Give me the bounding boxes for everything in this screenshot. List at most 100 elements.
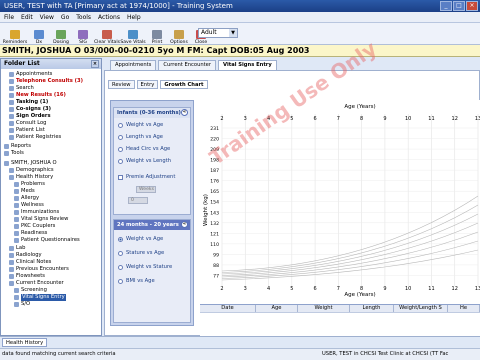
- folder-item-label: Readiness: [21, 230, 48, 236]
- folder-item[interactable]: Lab: [9, 245, 25, 252]
- folder-item[interactable]: Screening: [14, 287, 47, 294]
- folder-item[interactable]: Flowsheets: [9, 273, 45, 280]
- menu-file[interactable]: File: [4, 12, 14, 22]
- minimize-icon[interactable]: _: [440, 1, 452, 11]
- x-tick-label: 12: [452, 116, 458, 122]
- radio-icon[interactable]: [118, 135, 123, 140]
- x-tick-label: 9: [383, 116, 386, 122]
- folder-item[interactable]: Readiness: [14, 230, 47, 237]
- folder-item[interactable]: Demographics: [9, 167, 54, 174]
- folder-item[interactable]: Radiology: [9, 252, 42, 259]
- radio-icon[interactable]: [118, 251, 123, 256]
- older-option-bmi-age[interactable]: BMI vs Age: [118, 278, 155, 285]
- menu-view[interactable]: View: [40, 12, 54, 22]
- tab-appointments[interactable]: Appointments: [110, 60, 157, 70]
- subtab-entry[interactable]: Entry: [136, 80, 159, 89]
- folder-list-panel: Folder List × Appointments Telephone Cons…: [0, 58, 102, 336]
- reminders-button[interactable]: Reminders: [2, 23, 28, 45]
- folder-item[interactable]: PKC Couplers: [14, 223, 55, 230]
- menu-go[interactable]: Go: [61, 12, 69, 22]
- dosing-button[interactable]: Dosing: [50, 23, 72, 45]
- folder-item[interactable]: Sign Orders: [9, 113, 51, 120]
- folder-item[interactable]: Consult Log: [9, 120, 46, 127]
- folder-item[interactable]: Patient List: [9, 127, 45, 134]
- older-title: 24 months - 20 years: [117, 222, 179, 228]
- folder-item[interactable]: SMITH, JOSHUA O: [4, 160, 57, 167]
- folder-item[interactable]: Clinical Notes: [9, 259, 51, 266]
- sig-button[interactable]: SIG: [72, 23, 94, 45]
- folder-item[interactable]: S/O: [14, 301, 30, 308]
- infants-header[interactable]: Infants (0-36 months) «: [114, 108, 190, 118]
- premie-weeks-field[interactable]: 0: [128, 197, 148, 204]
- folder-item[interactable]: Health History: [9, 174, 53, 181]
- subtab-review[interactable]: Review: [108, 80, 135, 89]
- reminders-icon: [10, 30, 20, 39]
- infant-option-weight-age[interactable]: Weight vs Age: [118, 122, 163, 129]
- print-button[interactable]: Print: [146, 23, 168, 45]
- older-option-weight-age[interactable]: Weight vs Age: [118, 236, 163, 243]
- radio-icon[interactable]: [118, 279, 123, 284]
- close-panel-icon[interactable]: ×: [91, 60, 99, 68]
- tab-vital-signs-entry[interactable]: Vital Signs Entry: [218, 60, 277, 70]
- folder-item[interactable]: Appointments: [9, 71, 52, 78]
- chevron-down-icon[interactable]: ▼: [229, 29, 237, 37]
- folder-item[interactable]: Meds: [14, 188, 35, 195]
- radio-selected-icon[interactable]: [118, 237, 123, 242]
- tab-current-encounter[interactable]: Current Encounter: [158, 60, 217, 70]
- age-group-select[interactable]: Adult ▼: [198, 28, 238, 38]
- subtab-growth-chart[interactable]: Growth Chart: [160, 80, 208, 89]
- maximize-icon[interactable]: □: [453, 1, 465, 11]
- folder-item[interactable]: Search: [9, 85, 34, 92]
- folder-item[interactable]: New Results (16): [9, 92, 66, 99]
- folder-item-label: Patient Registries: [16, 134, 62, 140]
- radio-icon[interactable]: [118, 159, 123, 164]
- folder-item[interactable]: Vital Signs Review: [14, 216, 68, 223]
- radio-icon[interactable]: [118, 123, 123, 128]
- infant-option-weight-length[interactable]: Weight vs Length: [118, 158, 171, 165]
- tab-health-history[interactable]: Health History: [2, 338, 48, 347]
- clear-vitals-button[interactable]: Clear Vitals: [94, 23, 120, 45]
- folder-item[interactable]: Problems: [14, 181, 45, 188]
- options-button[interactable]: Options: [168, 23, 190, 45]
- folder-item[interactable]: Wellness: [14, 202, 44, 209]
- folder-item[interactable]: Immunizations: [14, 209, 59, 216]
- folder-item-label: Screening: [21, 287, 47, 293]
- infant-option-length-age[interactable]: Length vs Age: [118, 134, 163, 141]
- folder-item[interactable]: Allergy: [14, 195, 39, 202]
- folder-icon: [9, 128, 14, 133]
- older-header[interactable]: 24 months - 20 years «: [114, 220, 190, 230]
- menu-help[interactable]: Help: [127, 12, 141, 22]
- menu-edit[interactable]: Edit: [21, 12, 33, 22]
- folder-item[interactable]: Tools: [4, 150, 24, 157]
- folder-item[interactable]: Patient Questionnaires: [14, 237, 80, 244]
- folder-icon: [9, 121, 14, 126]
- x-tick-label: 6: [313, 286, 316, 292]
- folder-item[interactable]: Previous Encounters: [9, 266, 69, 273]
- infant-option-head-circ-age[interactable]: Head Circ vs Age: [118, 146, 170, 153]
- older-option-weight-stature[interactable]: Weight vs Stature: [118, 264, 172, 271]
- close-icon[interactable]: ×: [466, 1, 478, 11]
- folder-item[interactable]: Co-signs (3): [9, 106, 51, 113]
- save-vitals-button[interactable]: Save Vitals: [120, 23, 146, 45]
- premie-adjustment-checkbox[interactable]: Premie Adjustment: [118, 174, 175, 181]
- folder-item[interactable]: Reports: [4, 143, 31, 150]
- sig-icon: [78, 30, 88, 39]
- checkbox-icon[interactable]: [118, 175, 123, 180]
- folder-item-label: Reports: [11, 143, 31, 149]
- folder-icon: [9, 281, 14, 286]
- folder-item[interactable]: Current Encounter: [9, 280, 64, 287]
- folder-item-label: Problems: [21, 181, 45, 187]
- radio-icon[interactable]: [118, 265, 123, 270]
- save-vitals-icon: [128, 30, 138, 39]
- folder-item[interactable]: Telephone Consults (3): [9, 78, 83, 85]
- menu-actions[interactable]: Actions: [98, 12, 120, 22]
- folder-item[interactable]: Vital Signs Entry: [14, 294, 66, 301]
- collapse-icon[interactable]: «: [181, 221, 188, 228]
- dx-button[interactable]: Dx: [28, 23, 50, 45]
- folder-item[interactable]: Tasking (1): [9, 99, 48, 106]
- radio-icon[interactable]: [118, 147, 123, 152]
- older-option-stature-age[interactable]: Stature vs Age: [118, 250, 164, 257]
- folder-item[interactable]: Patient Registries: [9, 134, 61, 141]
- collapse-icon[interactable]: «: [181, 109, 188, 116]
- menu-tools[interactable]: Tools: [76, 12, 91, 22]
